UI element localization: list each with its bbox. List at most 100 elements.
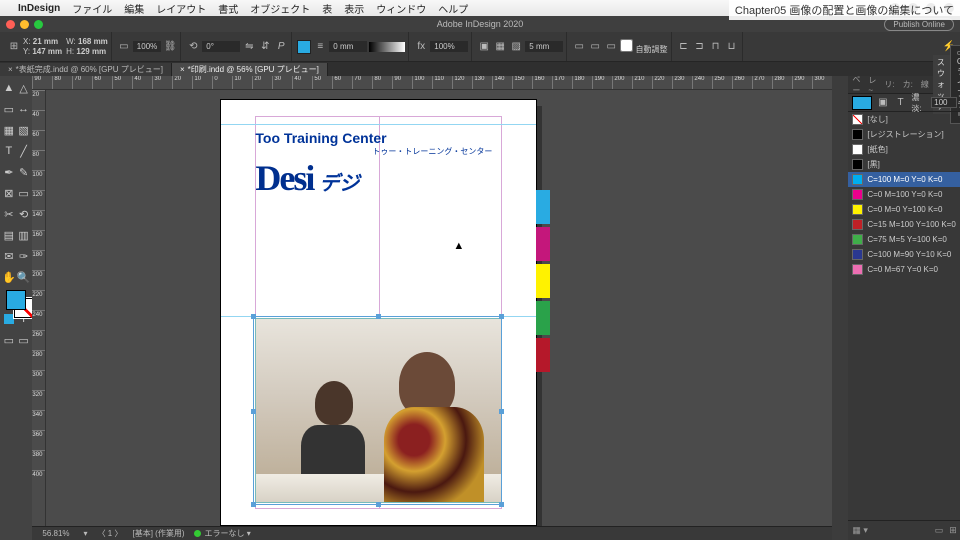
pencil-tool[interactable]: ✎ (17, 162, 31, 182)
zoom-icon[interactable] (34, 20, 43, 29)
selection-tool[interactable]: ▲ (2, 78, 16, 98)
content-placer-tool[interactable]: ▧ (17, 120, 31, 140)
page-number[interactable]: 1 (108, 529, 112, 538)
header-subtext[interactable]: トゥー・トレーニング・センター (255, 146, 492, 157)
flip-v-icon[interactable]: ⇵ (258, 40, 272, 54)
zoom-tool[interactable]: 🔍 (17, 267, 31, 287)
panel-tab[interactable]: 線 (917, 77, 933, 92)
menu-help[interactable]: ヘルプ (438, 1, 468, 16)
menu-edit[interactable]: 編集 (124, 1, 144, 16)
x-value[interactable]: 21 mm (33, 37, 58, 46)
document-page[interactable]: Too Training Center トゥー・トレーニング・センター Desi… (221, 100, 536, 525)
swatch-row[interactable]: [なし]✕▣ (848, 112, 960, 127)
scale-x[interactable]: 100% (133, 41, 161, 52)
rotate-value[interactable]: 0° (202, 41, 240, 52)
swatch-row[interactable]: C=0 M=100 Y=0 K=0✕▣ (848, 187, 960, 202)
align-icon[interactable]: ⊓ (709, 40, 723, 54)
ruler-vertical[interactable]: 2040608010012014016018020022024026028030… (32, 90, 46, 526)
pen-tool[interactable]: ✒ (2, 162, 16, 182)
hand-tool[interactable]: ✋ (2, 267, 16, 287)
index-tab[interactable] (536, 264, 550, 298)
close-icon[interactable] (6, 20, 15, 29)
canvas-stage[interactable]: Too Training Center トゥー・トレーニング・センター Desi… (46, 90, 832, 526)
eyedropper-tool[interactable]: ✑ (17, 246, 31, 266)
new-group-icon[interactable]: ▭ (935, 525, 944, 536)
index-tab[interactable] (536, 301, 550, 335)
logo-jp[interactable]: デジ (319, 167, 359, 196)
header-text[interactable]: Too Training Center (255, 130, 492, 146)
menu-file[interactable]: ファイル (72, 1, 112, 16)
line-tool[interactable]: ╱ (17, 141, 31, 161)
fit-icon[interactable]: ▭ (588, 40, 602, 54)
current-color[interactable] (852, 96, 872, 110)
menu-type[interactable]: 書式 (218, 1, 238, 16)
align-icon[interactable]: ⊔ (725, 40, 739, 54)
gradient-tool[interactable]: ▤ (2, 225, 16, 245)
swatch-row[interactable]: C=100 M=90 Y=10 K=0✕▣ (848, 247, 960, 262)
panel-tab[interactable]: カ: (899, 77, 917, 92)
flip-h-icon[interactable]: ⇋ (242, 40, 256, 54)
fit-icon[interactable]: ▭ (572, 40, 586, 54)
content-collector-tool[interactable]: ▦ (2, 120, 16, 140)
new-swatch-icon[interactable]: ⊞ (949, 525, 957, 536)
h-value[interactable]: 129 mm (76, 47, 106, 56)
swatch-row[interactable]: C=75 M=5 Y=100 K=0✕▣ (848, 232, 960, 247)
selection-frame[interactable] (253, 316, 502, 505)
color-swatch[interactable] (2, 288, 30, 324)
stroke-style[interactable] (369, 42, 405, 52)
swatch-row[interactable]: C=15 M=100 Y=100 K=0✕▣ (848, 217, 960, 232)
transform-tool[interactable]: ⟲ (17, 204, 31, 224)
minimize-icon[interactable] (20, 20, 29, 29)
ruler-horizontal[interactable]: 9080706050403020100102030405060708090100… (32, 76, 832, 90)
wrap-icon[interactable]: ▨ (509, 40, 523, 54)
rect-tool[interactable]: ▭ (17, 183, 31, 203)
close-icon[interactable]: × (180, 65, 185, 74)
swatch-row[interactable]: [紙色]✕▣ (848, 142, 960, 157)
swatch-row[interactable]: [レジストレーション]✕▣ (848, 127, 960, 142)
doc-tab[interactable]: ×*表紙完成.indd @ 60% [GPU プレビュー] (0, 63, 172, 76)
swatch-type-icon[interactable]: ▦ ▾ (852, 525, 868, 536)
link-icon[interactable]: ⛓ (163, 40, 177, 54)
scissors-tool[interactable]: ✂ (2, 204, 16, 224)
fit-icon[interactable]: ▭ (604, 40, 618, 54)
swatch-row[interactable]: C=0 M=0 Y=100 K=0✕▣ (848, 202, 960, 217)
index-tab[interactable] (536, 190, 550, 224)
align-icon[interactable]: ⊏ (677, 40, 691, 54)
fill-toggle-icon[interactable]: ▣ (876, 96, 890, 110)
type-tool[interactable]: T (2, 141, 16, 161)
panel-tab[interactable]: リ: (880, 77, 898, 92)
close-icon[interactable]: × (8, 65, 13, 74)
gradient-feather-tool[interactable]: ▥ (17, 225, 31, 245)
y-value[interactable]: 147 mm (32, 47, 62, 56)
screen-mode[interactable]: ▭ (2, 330, 16, 350)
align-icon[interactable]: ⊐ (693, 40, 707, 54)
swatch-row[interactable]: C=100 M=0 Y=0 K=0✕▣ (848, 172, 960, 187)
index-tab[interactable] (536, 338, 550, 372)
page-tool[interactable]: ▭ (2, 99, 16, 119)
gap-tool[interactable]: ↔ (17, 99, 31, 119)
ref-point-icon[interactable]: ⊞ (7, 40, 21, 54)
text-color-icon[interactable]: T (894, 96, 908, 110)
char-icon[interactable]: P (274, 40, 288, 54)
screen-mode[interactable]: ▭ (17, 330, 31, 350)
swatch-row[interactable]: C=0 M=67 Y=0 K=0✕▣ (848, 262, 960, 277)
app-name[interactable]: InDesign (18, 3, 60, 14)
menu-object[interactable]: オブジェクト (250, 1, 310, 16)
index-tab[interactable] (536, 227, 550, 261)
menu-window[interactable]: ウィンドウ (376, 1, 426, 16)
panel-tab[interactable]: レ~ (864, 73, 880, 97)
note-tool[interactable]: ✉ (2, 246, 16, 266)
direct-select-tool[interactable]: △ (17, 78, 31, 98)
tint-input[interactable] (931, 97, 957, 108)
panel-collapse-strip[interactable] (832, 76, 848, 540)
w-value[interactable]: 168 mm (78, 37, 108, 46)
gap-value[interactable]: 5 mm (525, 41, 563, 52)
swatch-row[interactable]: [黒]✕▣ (848, 157, 960, 172)
zoom-value[interactable]: 56.81% (38, 529, 73, 538)
stroke-value[interactable]: 0 mm (329, 41, 367, 52)
preflight-status[interactable]: エラーなし (204, 529, 244, 538)
wrap-icon[interactable]: ▦ (493, 40, 507, 54)
rect-frame-tool[interactable]: ⊠ (2, 183, 16, 203)
menu-view[interactable]: 表示 (344, 1, 364, 16)
menu-layout[interactable]: レイアウト (156, 1, 206, 16)
